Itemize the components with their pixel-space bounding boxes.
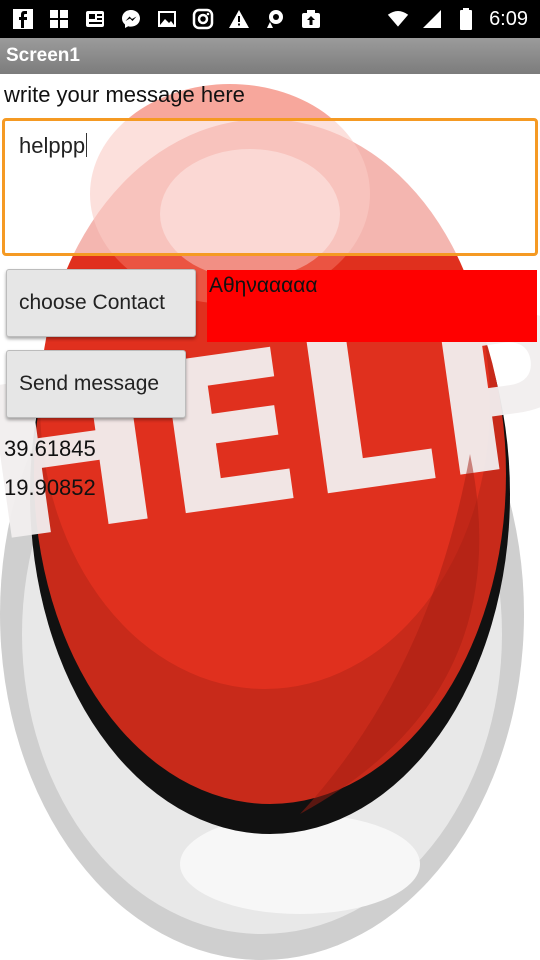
maps-icon <box>264 8 286 30</box>
message-textarea[interactable]: helppp <box>2 118 538 256</box>
choose-contact-button[interactable]: choose Contact <box>6 269 196 337</box>
clock-time: 6:09 <box>489 7 528 30</box>
send-message-button[interactable]: Send message <box>6 350 186 418</box>
message-text: helppp <box>19 133 86 158</box>
status-bar: 6:09 <box>0 0 540 38</box>
title-bar: Screen1 <box>0 38 540 74</box>
longitude-value: 19.90852 <box>4 475 96 500</box>
screen-title: Screen1 <box>6 45 80 66</box>
latitude-value: 39.61845 <box>4 436 96 461</box>
facebook-icon <box>12 8 34 30</box>
send-message-label: Send message <box>19 372 160 395</box>
text-caret <box>86 133 88 157</box>
instagram-icon <box>192 8 214 30</box>
battery-icon <box>455 8 477 30</box>
selected-contact-name: Αθηνααααα <box>209 274 318 297</box>
message-prompt-label: write your message here <box>4 82 245 107</box>
selected-contact-label: Αθηνααααα <box>207 270 537 342</box>
upload-icon <box>300 8 322 30</box>
messenger-icon <box>120 8 142 30</box>
image-icon <box>156 8 178 30</box>
screen-content: write your message here helppp choose Co… <box>0 74 540 960</box>
news-icon <box>84 8 106 30</box>
warning-icon <box>228 8 250 30</box>
signal-icon <box>421 8 443 30</box>
gallery-icon <box>48 8 70 30</box>
choose-contact-label: choose Contact <box>19 291 165 314</box>
wifi-icon <box>387 8 409 30</box>
